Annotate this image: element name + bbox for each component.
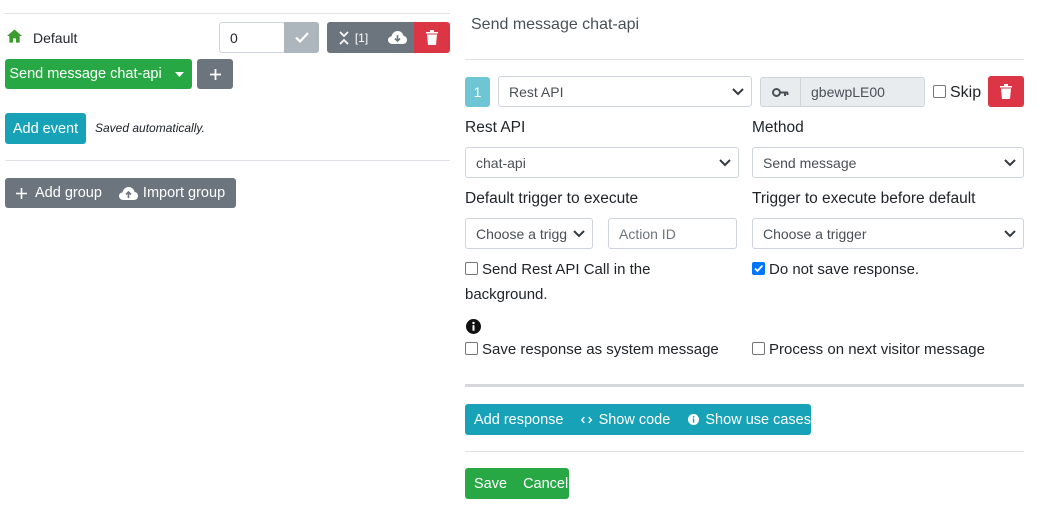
step-number-badge: 1 <box>465 77 490 107</box>
add-event-button[interactable]: Add event <box>5 113 86 144</box>
skip-checkbox[interactable] <box>933 85 946 98</box>
save-cancel-group: Save Cancel <box>465 468 569 499</box>
plus-icon <box>16 187 27 199</box>
no-save-label: Do not save response. <box>769 261 920 278</box>
confirm-button[interactable] <box>284 22 319 53</box>
show-code-button[interactable]: Show code <box>599 412 671 428</box>
key-addon <box>760 77 801 107</box>
section-divider <box>465 384 1024 387</box>
key-icon <box>772 87 789 97</box>
chevron-down-icon <box>1004 229 1016 237</box>
info-icon <box>688 413 700 426</box>
cloud-upload-icon <box>118 186 138 200</box>
collapse-icon <box>339 30 349 45</box>
action-id-input[interactable]: gbewpLE00 <box>800 77 925 107</box>
code-icon <box>581 416 593 423</box>
cancel-button[interactable]: Cancel <box>523 476 568 492</box>
trash-icon <box>1000 84 1012 99</box>
response-toolbar: Add response Show code Show use cases <box>465 404 811 435</box>
background-label-line2: background. <box>465 286 548 303</box>
chevron-down-icon <box>1004 158 1016 166</box>
panel-title: Send message chat-api <box>471 16 640 33</box>
before-trigger-select[interactable]: Choose a trigger <box>752 218 1024 249</box>
method-label: Method <box>752 119 804 136</box>
save-button[interactable]: Save <box>474 476 507 492</box>
cloud-download-icon <box>387 31 407 44</box>
trash-icon <box>426 30 438 45</box>
default-trigger-select[interactable]: Choose a trigg <box>465 218 593 249</box>
background-checkbox[interactable] <box>465 262 478 275</box>
chevron-down-icon <box>732 87 744 95</box>
chevron-down-icon <box>719 158 731 166</box>
system-message-label: Save response as system message <box>482 341 719 358</box>
home-icon <box>7 29 22 43</box>
delete-action-button[interactable] <box>988 76 1024 107</box>
check-icon <box>294 32 309 43</box>
before-trigger-label: Trigger to execute before default <box>752 190 976 207</box>
priority-input[interactable]: 0 <box>219 22 285 53</box>
rest-api-label: Rest API <box>465 119 526 136</box>
background-label-line1: Send Rest API Call in the <box>482 261 651 278</box>
info-icon <box>466 319 481 334</box>
import-group-label[interactable]: Import group <box>143 185 225 201</box>
chevron-down-icon <box>573 229 585 237</box>
saved-status-text: Saved automatically. <box>95 121 205 135</box>
system-message-checkbox[interactable] <box>465 342 478 355</box>
rest-api-select[interactable]: chat-api <box>465 147 739 178</box>
plus-icon <box>209 68 221 80</box>
caret-down-icon <box>174 71 184 77</box>
add-response-button[interactable]: Add response <box>474 412 563 428</box>
trigger-button[interactable]: Send message chat-api <box>5 59 166 89</box>
next-visitor-checkbox[interactable] <box>752 342 765 355</box>
delete-group-button[interactable] <box>414 22 450 53</box>
add-group-button[interactable]: Add group Import group <box>5 178 236 208</box>
next-visitor-label: Process on next visitor message <box>769 341 985 358</box>
no-save-checkbox[interactable] <box>752 262 765 275</box>
cloud-download-button[interactable] <box>380 22 414 53</box>
check-icon <box>754 264 764 273</box>
collapse-button[interactable]: [1] <box>327 22 380 53</box>
method-select[interactable]: Send message <box>752 147 1024 178</box>
group-name-label: Default <box>33 30 78 46</box>
skip-label: Skip <box>950 84 982 101</box>
default-action-id-input[interactable]: Action ID <box>608 218 737 249</box>
action-type-select[interactable]: Rest API <box>498 76 752 107</box>
trigger-dropdown-toggle[interactable] <box>166 59 192 89</box>
default-trigger-label: Default trigger to execute <box>465 190 639 207</box>
show-use-cases-button[interactable]: Show use cases <box>705 412 811 428</box>
add-trigger-button[interactable] <box>197 59 233 89</box>
